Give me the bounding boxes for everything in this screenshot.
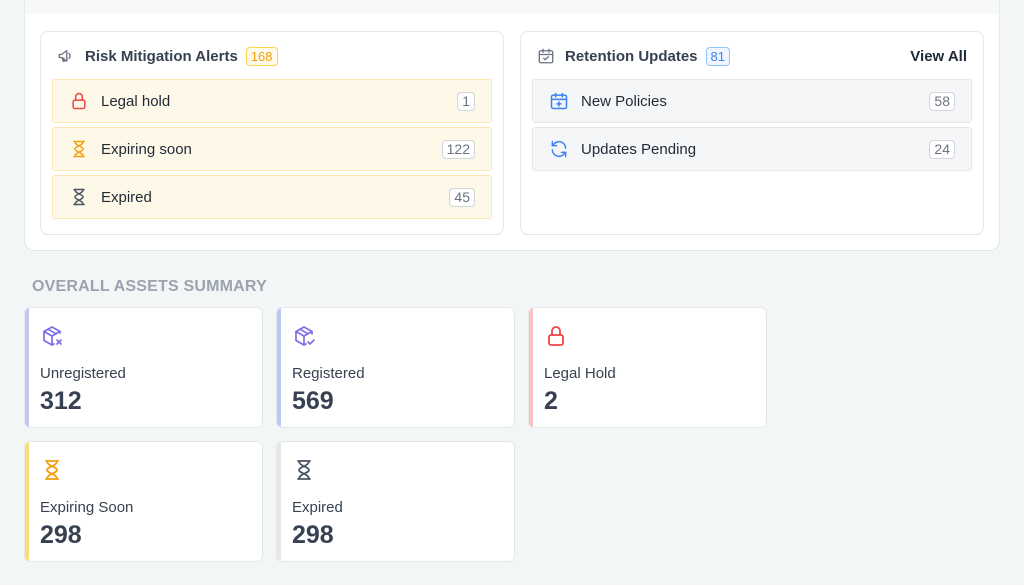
update-row-label: New Policies — [581, 92, 667, 110]
hourglass-icon — [69, 187, 89, 207]
top-strip — [24, 0, 1000, 15]
hourglass-icon — [292, 458, 316, 482]
tile-accent — [277, 308, 281, 427]
tile-label: Legal Hold — [544, 365, 616, 382]
update-row-count: 24 — [929, 139, 955, 159]
package-check-icon — [292, 324, 316, 348]
alert-row-label: Expiring soon — [101, 140, 192, 158]
alert-row-count: 122 — [441, 139, 475, 159]
retention-count-badge: 81 — [705, 46, 730, 66]
alert-row-expired[interactable]: Expired 45 — [52, 175, 492, 219]
tile-label: Unregistered — [40, 365, 126, 382]
tile-label: Registered — [292, 365, 365, 382]
tile-value: 298 — [40, 521, 82, 549]
tile-value: 312 — [40, 387, 82, 415]
risk-panel-header: Risk Mitigation Alerts 168 — [57, 46, 487, 66]
tile-value: 569 — [292, 387, 334, 415]
lock-icon — [544, 324, 568, 348]
tile-label: Expiring Soon — [40, 499, 134, 516]
alert-row-label: Expired — [101, 188, 152, 206]
summary-tile-registered[interactable]: Registered 569 — [276, 307, 515, 428]
summary-section-title: OVERALL ASSETS SUMMARY — [32, 278, 267, 295]
tile-accent — [277, 442, 281, 561]
calendar-check-icon — [537, 47, 555, 65]
retention-panel-title: Retention Updates — [565, 47, 698, 65]
alert-row-legal-hold[interactable]: Legal hold 1 — [52, 79, 492, 123]
alert-row-count: 45 — [449, 187, 475, 207]
risk-count-badge: 168 — [245, 46, 278, 66]
retention-panel-header: Retention Updates 81 View All — [537, 46, 967, 66]
summary-tile-expiring-soon[interactable]: Expiring Soon 298 — [24, 441, 263, 562]
view-all-link[interactable]: View All — [910, 48, 967, 65]
refresh-icon — [549, 139, 569, 159]
retention-updates-panel: Retention Updates 81 View All New Polici… — [520, 31, 984, 235]
package-x-icon — [40, 324, 64, 348]
megaphone-icon — [57, 47, 75, 65]
alert-row-expiring-soon[interactable]: Expiring soon 122 — [52, 127, 492, 171]
tile-value: 298 — [292, 521, 334, 549]
tile-label: Expired — [292, 499, 343, 516]
risk-mitigation-panel: Risk Mitigation Alerts 168 Legal hold 1 … — [40, 31, 504, 235]
tile-value: 2 — [544, 387, 558, 415]
update-row-new-policies[interactable]: New Policies 58 — [532, 79, 972, 123]
summary-tile-legal-hold[interactable]: Legal Hold 2 — [528, 307, 767, 428]
risk-panel-title: Risk Mitigation Alerts — [85, 47, 238, 65]
hourglass-icon — [40, 458, 64, 482]
summary-tile-unregistered[interactable]: Unregistered 312 — [24, 307, 263, 428]
lock-icon — [69, 91, 89, 111]
calendar-plus-icon — [549, 91, 569, 111]
tile-accent — [25, 308, 29, 427]
update-row-label: Updates Pending — [581, 140, 697, 158]
update-row-count: 58 — [929, 91, 955, 111]
alert-row-count: 1 — [457, 91, 475, 111]
tile-accent — [25, 442, 29, 561]
hourglass-icon — [69, 139, 89, 159]
summary-tile-expired[interactable]: Expired 298 — [276, 441, 515, 562]
alert-row-label: Legal hold — [101, 92, 171, 110]
tile-accent — [529, 308, 533, 427]
update-row-updates-pending[interactable]: Updates Pending 24 — [532, 127, 972, 171]
